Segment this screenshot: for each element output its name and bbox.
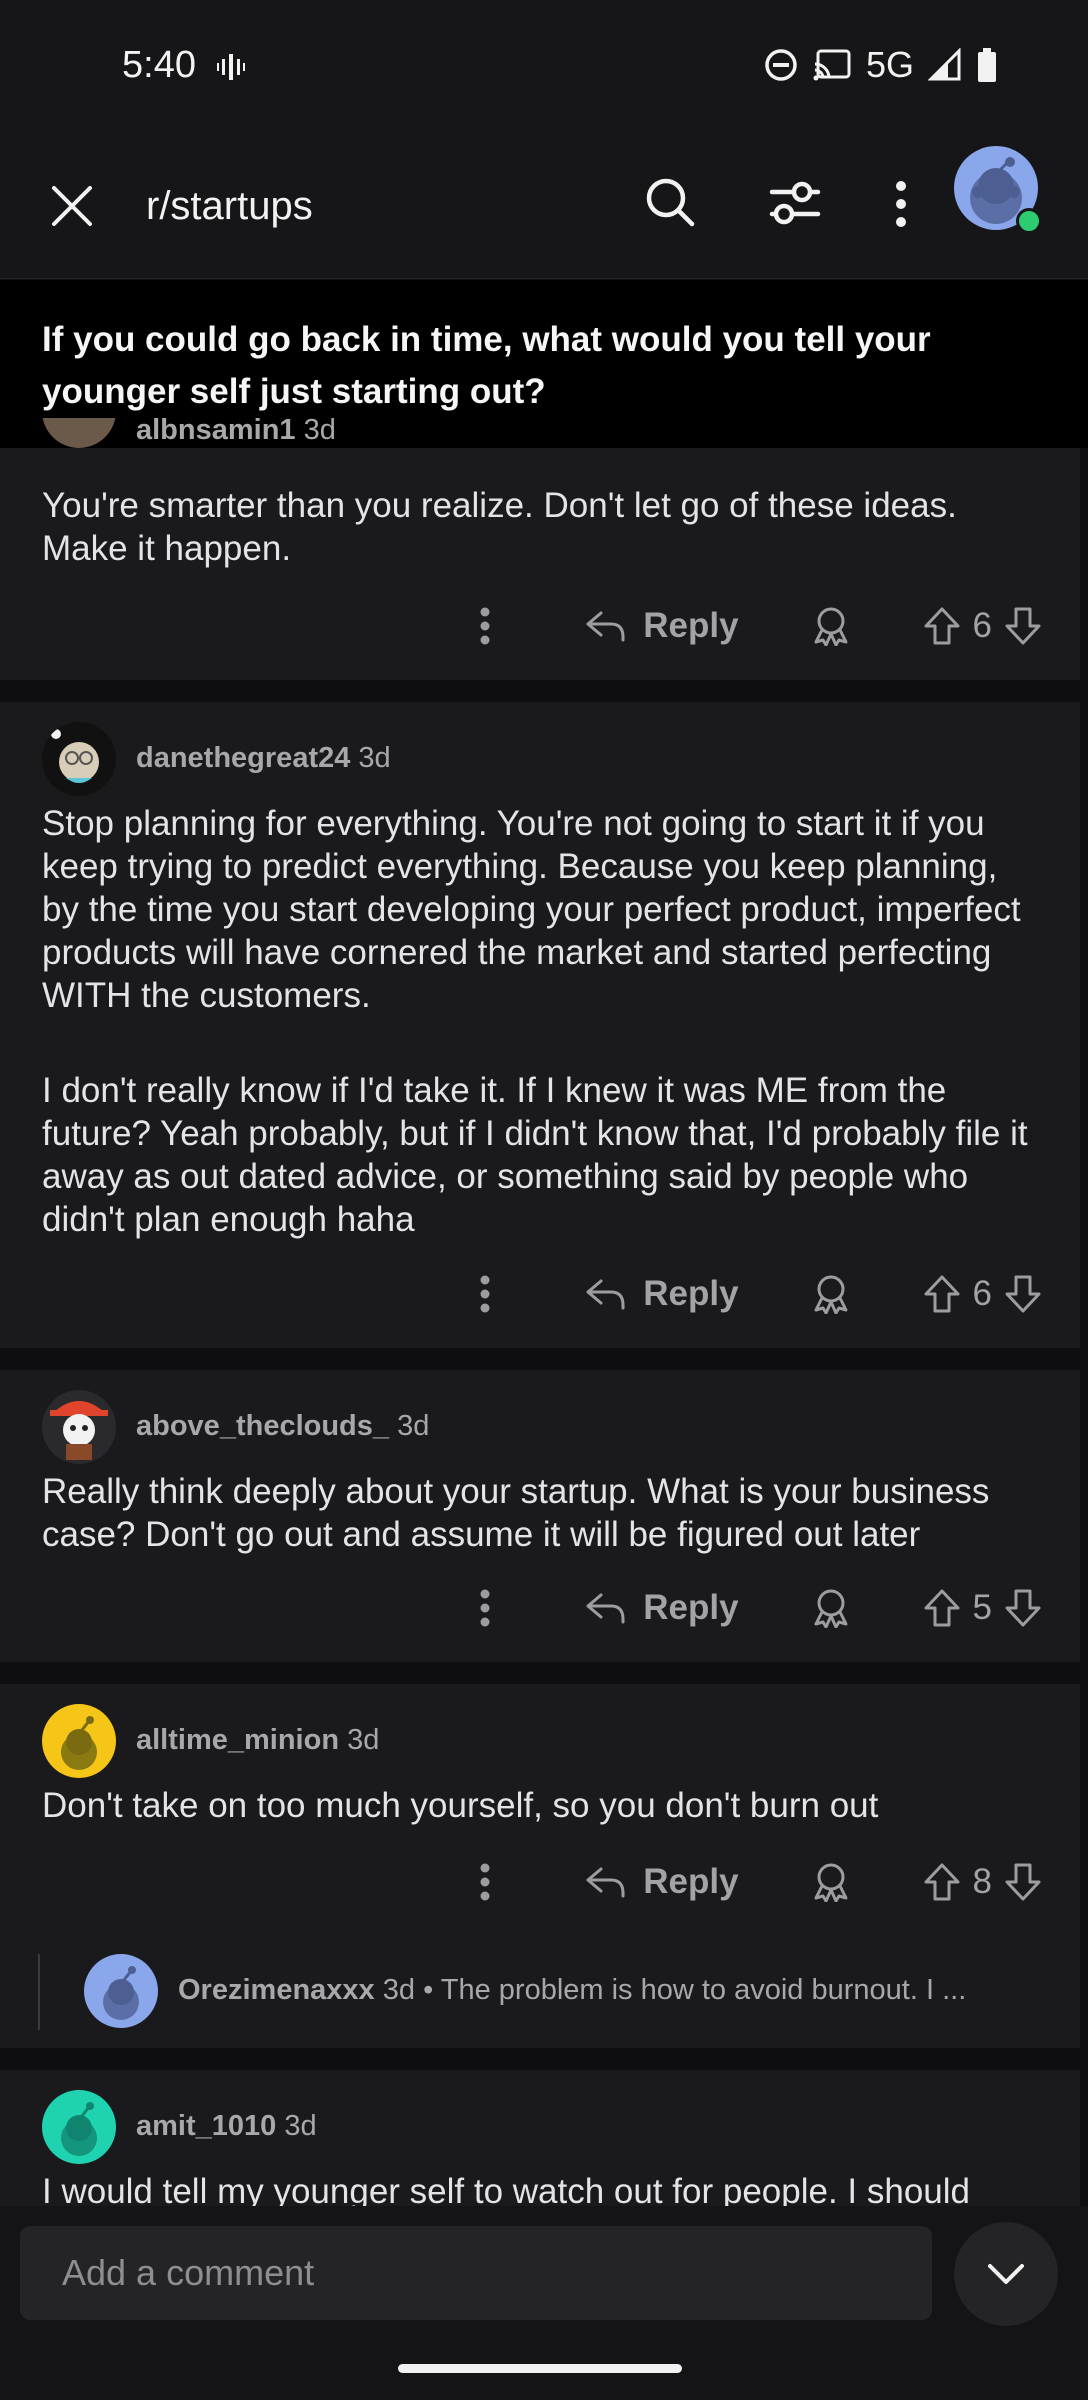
comment-card: albnsamin1 3d You're smarter than you re… <box>0 418 1080 680</box>
avatar[interactable] <box>42 2090 116 2164</box>
status-icons: 5G <box>764 44 998 86</box>
reply-label: Reply <box>643 606 739 645</box>
collapsed-reply[interactable]: Orezimenaxxx 3d • The problem is how to … <box>84 1954 1044 2030</box>
online-status-dot <box>1016 208 1042 234</box>
reply-button[interactable]: Reply <box>585 606 739 646</box>
comment-author[interactable]: danethegreat24 <box>136 742 350 774</box>
chevron-down-icon <box>988 2264 1024 2284</box>
reply-icon <box>586 611 625 642</box>
comment-paragraph: Don't take on too much yourself, so you … <box>42 1786 879 1825</box>
snoo-avatar-icon <box>50 1401 108 1460</box>
downvote-icon[interactable] <box>1004 606 1042 646</box>
upvote-icon[interactable] <box>923 1274 961 1314</box>
reply-label: Reply <box>643 1862 739 1901</box>
comment-paragraph: Stop planning for everything. You're not… <box>42 804 1021 1015</box>
reply-icon <box>586 1279 625 1310</box>
comment-actions: Reply 6 <box>479 1274 1042 1314</box>
search-icon[interactable] <box>644 176 696 228</box>
more-options-icon[interactable] <box>479 1274 491 1314</box>
comment-paragraph: You're smarter than you realize. Don't l… <box>42 486 957 568</box>
reply-button[interactable]: Reply <box>585 1862 739 1902</box>
comment-body: You're smarter than you realize. Don't l… <box>42 484 1042 570</box>
award-icon[interactable] <box>811 1274 851 1314</box>
downvote-icon[interactable] <box>1004 1862 1042 1902</box>
reply-label: Reply <box>643 1588 739 1627</box>
comment-card: above_theclouds_ 3d Really think deeply … <box>0 1370 1080 1662</box>
award-icon[interactable] <box>811 1588 851 1628</box>
more-options-icon[interactable] <box>890 180 912 228</box>
subreddit-title[interactable]: r/startups <box>146 184 313 229</box>
comment-paragraph: I don't really know if I'd take it. If I… <box>42 1071 1028 1239</box>
reply-label: Reply <box>643 1274 739 1313</box>
status-time: 5:40 <box>122 44 196 86</box>
upvote-icon[interactable] <box>923 606 961 646</box>
vote-count: 5 <box>972 1588 992 1627</box>
downvote-icon[interactable] <box>1004 1588 1042 1628</box>
signal-icon <box>928 48 961 81</box>
comment-body: Stop planning for everything. You're not… <box>42 802 1042 1241</box>
comment-author[interactable]: albnsamin1 <box>136 418 296 446</box>
snoo-avatar-icon <box>61 1716 97 1770</box>
vote-count: 8 <box>972 1862 992 1901</box>
comment-author[interactable]: alltime_minion <box>136 1724 339 1756</box>
avatar[interactable] <box>42 1390 116 1464</box>
do-not-disturb-icon <box>765 49 797 81</box>
add-comment-bar[interactable] <box>20 2226 932 2320</box>
home-indicator[interactable] <box>398 2364 682 2373</box>
upvote-icon[interactable] <box>923 1862 961 1902</box>
comment-age: 3d <box>358 742 391 774</box>
reply-button[interactable]: Reply <box>585 1274 739 1314</box>
comment-card: danethegreat24 3d Stop planning for ever… <box>0 702 1080 1348</box>
battery-icon <box>978 48 996 82</box>
comment-card: alltime_minion 3d Don't take on too much… <box>0 1684 1080 2048</box>
comment-author[interactable]: above_theclouds_ <box>136 1410 389 1442</box>
comment-age: 3d <box>347 1724 380 1756</box>
upvote-icon[interactable] <box>923 1588 961 1628</box>
comment-body: Really think deeply about your startup. … <box>42 1470 1042 1556</box>
vote-count: 6 <box>972 1274 992 1313</box>
reply-preview: • The problem is how to avoid burnout. I… <box>423 1974 967 2006</box>
comment-body: Don't take on too much yourself, so you … <box>42 1784 1042 1827</box>
comment-author-partial: albnsamin1 3d <box>42 418 442 448</box>
vibrate-icon <box>217 54 245 80</box>
network-type: 5G <box>865 44 914 85</box>
comment-actions: Reply 5 <box>479 1588 1042 1628</box>
collapse-button[interactable] <box>954 2222 1058 2326</box>
comment-age: 3d <box>397 1410 430 1442</box>
comment-author[interactable]: amit_1010 <box>136 2110 276 2142</box>
reply-icon <box>586 1867 625 1898</box>
award-icon[interactable] <box>811 606 851 646</box>
filter-icon[interactable] <box>768 180 822 226</box>
comment-actions: Reply 8 <box>479 1862 1042 1902</box>
comment-actions: Reply 6 <box>479 606 1042 646</box>
status-bar: 5:40 5G <box>0 0 1088 130</box>
downvote-icon[interactable] <box>1004 1274 1042 1314</box>
top-app-bar: r/startups <box>0 130 1088 279</box>
vote-count: 6 <box>972 606 992 645</box>
thread-line <box>38 1954 40 2030</box>
avatar[interactable] <box>84 1954 158 2028</box>
reply-author[interactable]: Orezimenaxxx <box>178 1974 375 2006</box>
comment-age: 3d <box>303 418 336 446</box>
reply-icon <box>586 1593 625 1624</box>
reply-button[interactable]: Reply <box>585 1588 739 1628</box>
post-title: If you could go back in time, what would… <box>42 320 931 411</box>
avatar[interactable] <box>42 1704 116 1778</box>
snoo-avatar-icon <box>103 1966 139 2020</box>
comment-age: 3d <box>284 2110 317 2142</box>
comment-paragraph: Really think deeply about your startup. … <box>42 1472 990 1554</box>
award-icon[interactable] <box>811 1862 851 1902</box>
more-options-icon[interactable] <box>479 1862 491 1902</box>
add-comment-input[interactable] <box>20 2226 932 2320</box>
avatar[interactable] <box>42 722 116 796</box>
more-options-icon[interactable] <box>479 606 491 646</box>
close-icon[interactable] <box>48 182 96 230</box>
avatar[interactable] <box>42 418 116 448</box>
snoo-avatar-icon <box>61 2102 97 2156</box>
reply-age: 3d <box>382 1974 415 2006</box>
cast-icon <box>813 49 851 81</box>
snoo-avatar-icon <box>51 729 99 783</box>
more-options-icon[interactable] <box>479 1588 491 1628</box>
